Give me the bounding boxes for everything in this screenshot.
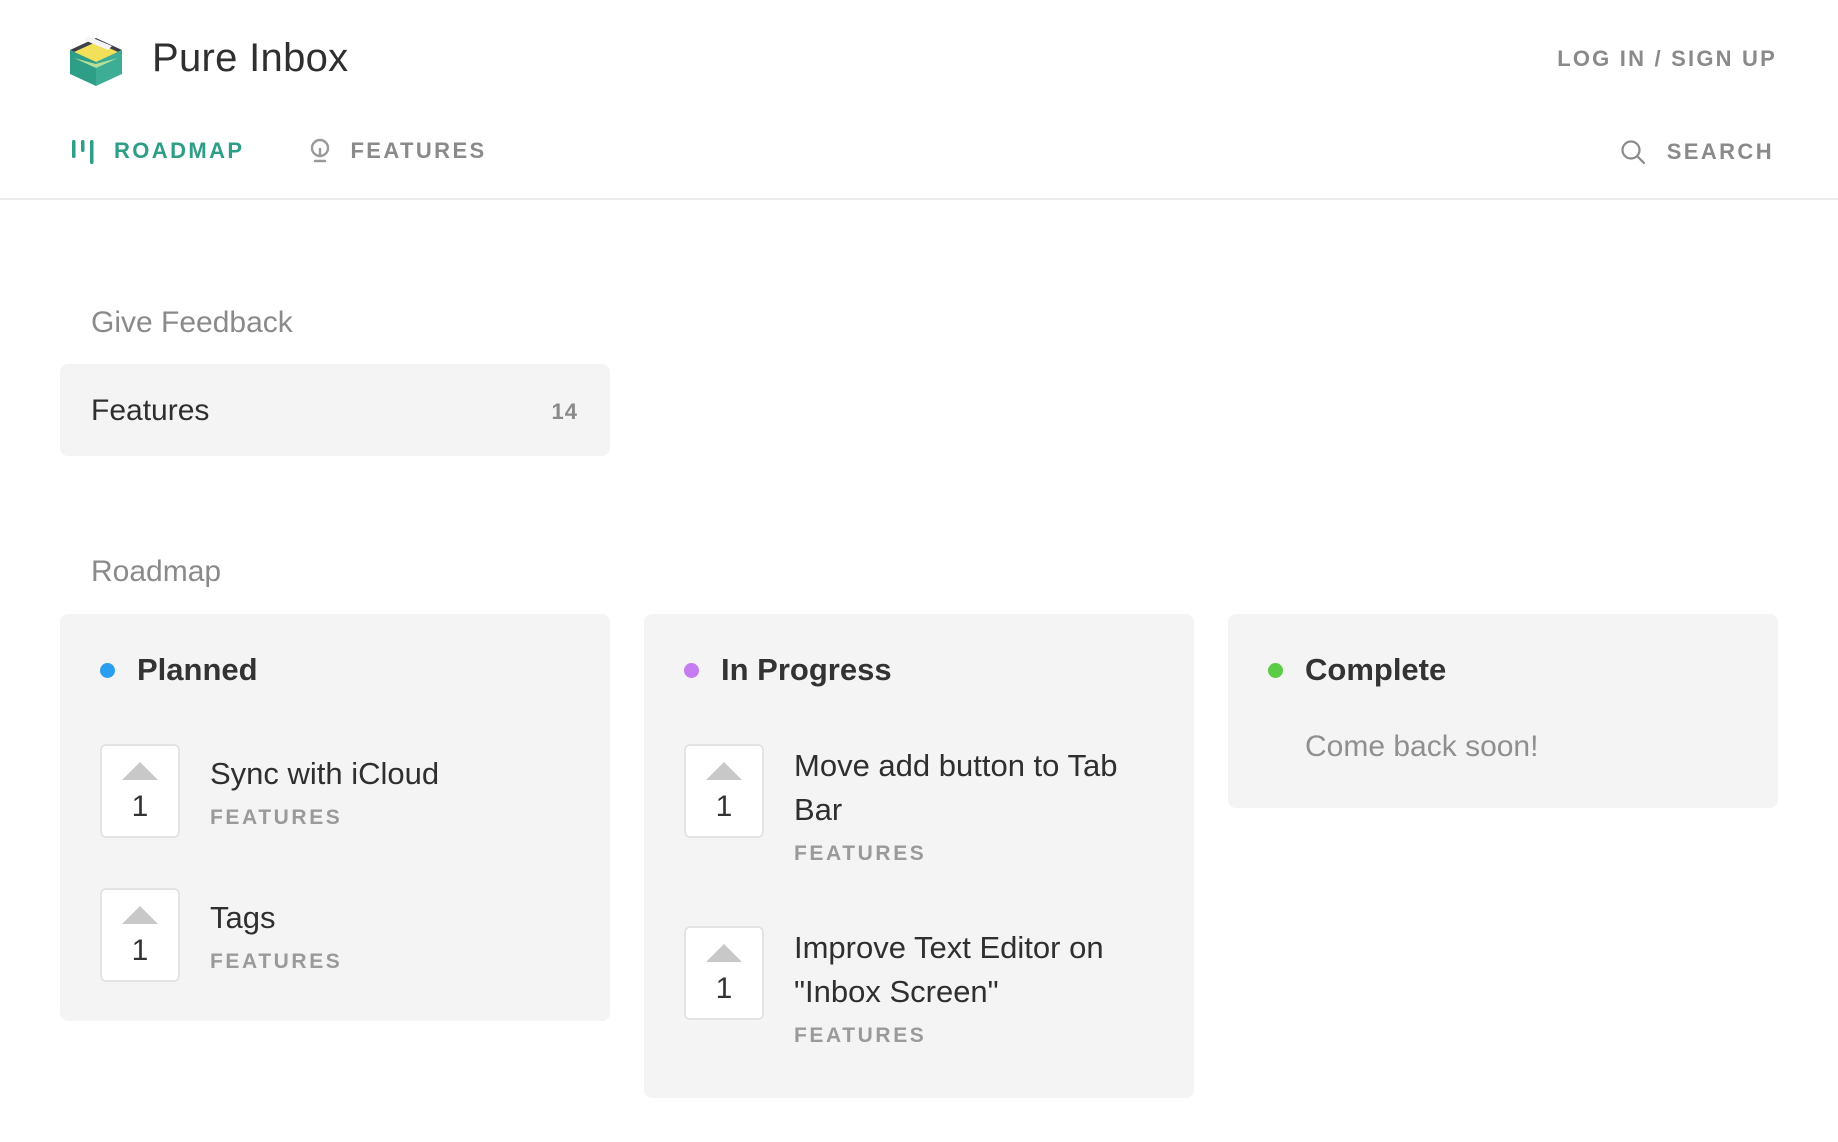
status-dot-planned (100, 662, 115, 678)
nav-roadmap[interactable]: ROADMAP (70, 136, 244, 166)
post-item[interactable]: 1 Tags FEATURES (100, 888, 570, 982)
post-item[interactable]: 1 Move add button to Tab Bar FEATURES (684, 744, 1154, 866)
post-board-tag: FEATURES (794, 1024, 927, 1047)
login-signup-link[interactable]: LOG IN / SIGN UP (1557, 46, 1777, 72)
post-item[interactable]: 1 Sync with iCloud FEATURES (100, 744, 570, 838)
nav-features-label: FEATURES (350, 138, 487, 163)
roadmap-column-planned: Planned 1 Sync with iCloud FEATURES 1 Ta… (60, 614, 610, 1021)
top-header: Pure Inbox LOG IN / SIGN UP ROADMAP FEAT… (0, 0, 1838, 200)
upvote-arrow-icon (706, 944, 742, 962)
upvote-arrow-icon (122, 762, 158, 780)
upvote-button[interactable]: 1 (684, 744, 764, 838)
post-board-tag: FEATURES (210, 806, 343, 829)
brand[interactable]: Pure Inbox (68, 28, 348, 88)
upvote-button[interactable]: 1 (684, 926, 764, 1020)
status-dot-in-progress (684, 662, 699, 678)
column-header: Planned (100, 652, 258, 688)
post-body: Tags FEATURES (210, 888, 570, 982)
column-title: Complete (1305, 652, 1447, 687)
post-item[interactable]: 1 Improve Text Editor on "Inbox Screen" … (684, 926, 1154, 1048)
column-title: Planned (137, 652, 258, 687)
board-card-features[interactable]: Features 14 (60, 364, 610, 456)
search-label: SEARCH (1666, 139, 1774, 164)
upvote-arrow-icon (122, 906, 158, 924)
column-title: In Progress (721, 652, 892, 687)
post-body: Move add button to Tab Bar FEATURES (794, 744, 1154, 866)
roadmap-heading: Roadmap (91, 555, 222, 588)
nav-roadmap-label: ROADMAP (114, 138, 245, 163)
post-board-tag: FEATURES (794, 842, 927, 865)
app-name: Pure Inbox (152, 35, 349, 80)
post-board-tag: FEATURES (210, 950, 343, 973)
roadmap-icon (72, 140, 94, 164)
post-body: Improve Text Editor on "Inbox Screen" FE… (794, 926, 1154, 1048)
board-name: Features (91, 394, 210, 427)
post-title[interactable]: Sync with iCloud (210, 752, 570, 796)
post-title[interactable]: Move add button to Tab Bar (794, 744, 1154, 832)
upvote-arrow-icon (706, 762, 742, 780)
board-post-count: 14 (551, 399, 578, 424)
upvote-button[interactable]: 1 (100, 744, 180, 838)
search-button[interactable]: SEARCH (1619, 138, 1774, 166)
column-header: In Progress (684, 652, 892, 688)
vote-count: 1 (715, 972, 733, 1005)
vote-count: 1 (131, 934, 149, 967)
roadmap-column-in-progress: In Progress 1 Move add button to Tab Bar… (644, 614, 1194, 1098)
give-feedback-heading: Give Feedback (91, 306, 293, 339)
upvote-button[interactable]: 1 (100, 888, 180, 982)
pure-inbox-logo-icon (70, 36, 122, 86)
roadmap-column-complete: Complete Come back soon! (1228, 614, 1778, 808)
lightbulb-icon (311, 138, 330, 163)
nav-features[interactable]: FEATURES (306, 136, 486, 166)
post-body: Sync with iCloud FEATURES (210, 744, 570, 838)
main-nav: ROADMAP FEATURES (70, 136, 549, 166)
post-title[interactable]: Tags (210, 896, 570, 940)
column-header: Complete (1268, 652, 1446, 688)
empty-column-message: Come back soon! (1305, 730, 1539, 763)
vote-count: 1 (131, 790, 149, 823)
vote-count: 1 (715, 790, 733, 823)
status-dot-complete (1268, 662, 1283, 678)
post-title[interactable]: Improve Text Editor on "Inbox Screen" (794, 926, 1154, 1014)
search-icon (1621, 140, 1645, 165)
